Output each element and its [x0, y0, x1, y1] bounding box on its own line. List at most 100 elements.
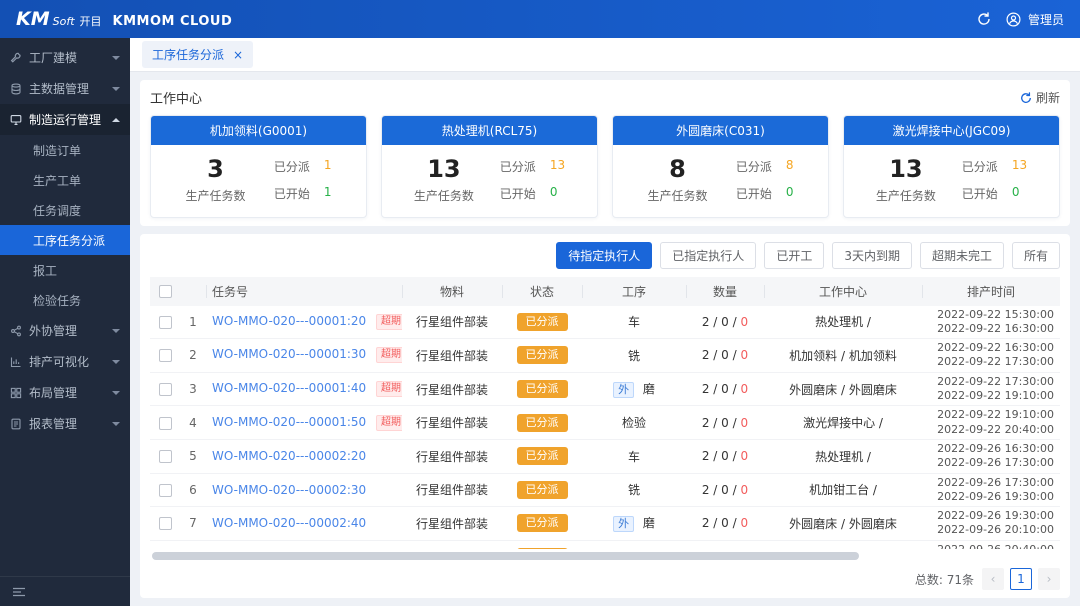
status-badge: 已分派 [517, 414, 568, 432]
sidebar-item-manufacturing-execution[interactable]: 制造运行管理 [0, 104, 130, 135]
row-workcenter: 热处理机 / [764, 306, 922, 339]
page-number-1[interactable]: 1 [1010, 568, 1032, 590]
sidebar-item-task-scheduling[interactable]: 任务调度 [0, 195, 130, 225]
row-schedule-time: 2022-09-22 15:30:00 2022-09-22 16:30:00 [922, 306, 1060, 339]
task-number-link[interactable]: WO-MMO-020---00001:50 [212, 415, 366, 429]
filter-button-5[interactable]: 所有 [1012, 242, 1060, 269]
logo-kai: 开目 [80, 13, 102, 29]
sidebar-item-work-report[interactable]: 报工 [0, 255, 130, 285]
row-process: 铣 [628, 349, 640, 363]
sidebar-item-inspection-task[interactable]: 检验任务 [0, 285, 130, 315]
row-schedule-time: 2022-09-26 20:40:00 2022-09-26 22:40:00 [922, 540, 1060, 549]
row-checkbox[interactable] [159, 316, 172, 329]
row-process: 磨 [643, 516, 655, 530]
row-quantity: 2 / 0 / [702, 516, 741, 530]
sidebar-item-factory-modeling[interactable]: 工厂建模 [0, 42, 130, 73]
workcenter-card-title: 外圆磨床(C031) [613, 116, 828, 145]
row-quantity: 2 / 0 / [702, 382, 741, 396]
row-schedule-time: 2022-09-22 19:10:00 2022-09-22 20:40:00 [922, 406, 1060, 440]
row-checkbox[interactable] [159, 349, 172, 362]
sidebar-subitem-label: 工序任务分派 [33, 232, 105, 249]
row-schedule-time: 2022-09-22 16:30:00 2022-09-22 17:30:00 [922, 339, 1060, 373]
table-row: 4 WO-MMO-020---00001:50 超期 行星组件部装 已分派 检验… [150, 406, 1060, 440]
table-row: 8 WO-MMO-020---00002:50 超期 行星组件部装 已分派 检验… [150, 540, 1060, 549]
task-number-link[interactable]: WO-MMO-020---00001:40 [212, 381, 366, 395]
sidebar-item-report-management[interactable]: 报表管理 [0, 408, 130, 439]
task-number-link[interactable]: WO-MMO-020---00001:20 [212, 314, 366, 328]
sidebar-item-scheduling-visualization[interactable]: 排产可视化 [0, 346, 130, 377]
started-value: 0 [1012, 185, 1020, 202]
sidebar-item-label: 报表管理 [29, 415, 77, 432]
table-footer: 总数: 71条 ‹ 1 › [150, 562, 1060, 590]
sidebar-item-master-data[interactable]: 主数据管理 [0, 73, 130, 104]
task-table-panel: 待指定执行人已指定执行人已开工3天内到期超期未完工所有 任务号物料状态工序数量工… [140, 234, 1070, 598]
sidebar-item-outsourcing[interactable]: 外协管理 [0, 315, 130, 346]
collapse-sidebar-icon[interactable] [12, 586, 26, 598]
refresh-icon[interactable] [976, 11, 992, 27]
started-value: 1 [324, 185, 332, 202]
scrollbar-thumb[interactable] [152, 552, 859, 560]
row-quantity: 2 / 0 / [702, 315, 741, 329]
sidebar-subitem-label: 报工 [33, 262, 57, 279]
workcenter-card-title: 激光焊接中心(JGC09) [844, 116, 1059, 145]
schedule-start-time: 2022-09-26 19:30:00 [928, 509, 1054, 523]
filter-button-3[interactable]: 3天内到期 [832, 242, 912, 269]
close-icon[interactable]: × [233, 49, 243, 61]
workcenter-panel: 工作中心 刷新 机加领料(G0001) 3 生产任务数 已分派 1 [140, 80, 1070, 226]
select-all-checkbox[interactable] [159, 285, 172, 298]
row-workcenter: 机加领料 / 机加领料 [764, 339, 922, 373]
row-checkbox[interactable] [159, 450, 172, 463]
task-number-link[interactable]: WO-MMO-020---00001:30 [212, 347, 366, 361]
filter-button-1[interactable]: 已指定执行人 [660, 242, 756, 269]
schedule-end-time: 2022-09-22 16:30:00 [928, 322, 1054, 336]
sidebar-item-production-workorder[interactable]: 生产工单 [0, 165, 130, 195]
row-material: 行星组件部装 [402, 473, 502, 507]
page-content: 工作中心 刷新 机加领料(G0001) 3 生产任务数 已分派 1 [130, 72, 1080, 606]
row-index: 3 [180, 372, 206, 406]
filter-button-2[interactable]: 已开工 [764, 242, 824, 269]
row-quantity-remaining: 0 [740, 483, 748, 497]
chart-icon [10, 356, 22, 368]
row-material: 行星组件部装 [402, 540, 502, 549]
row-process: 磨 [643, 382, 655, 396]
tab-operation-task-dispatch[interactable]: 工序任务分派 × [142, 41, 253, 68]
sidebar-item-operation-task-dispatch[interactable]: 工序任务分派 [0, 225, 130, 255]
row-workcenter: 外圆磨床 / 外圆磨床 [764, 507, 922, 541]
schedule-start-time: 2022-09-22 16:30:00 [928, 341, 1054, 355]
user-menu[interactable]: 管理员 [1006, 11, 1064, 28]
status-badge: 已分派 [517, 514, 568, 532]
status-badge: 已分派 [517, 481, 568, 499]
refresh-button[interactable]: 刷新 [1020, 89, 1060, 106]
sidebar-item-label: 布局管理 [29, 384, 77, 401]
task-number-link[interactable]: WO-MMO-020---00002:40 [212, 516, 366, 530]
filter-button-0[interactable]: 待指定执行人 [556, 242, 652, 269]
sidebar-item-label: 排产可视化 [29, 353, 89, 370]
task-number-link[interactable]: WO-MMO-020---00002:30 [212, 483, 366, 497]
overdue-badge: 超期 [376, 415, 402, 431]
task-number-link[interactable]: WO-MMO-020---00002:20 [212, 449, 366, 463]
sidebar-subitem-label: 制造订单 [33, 142, 81, 159]
overdue-badge: 超期 [376, 381, 402, 397]
row-checkbox[interactable] [159, 417, 172, 430]
col-header-4: 数量 [686, 277, 764, 306]
task-count-value: 13 [876, 156, 936, 184]
sidebar-submenu: 制造订单 生产工单 任务调度 工序任务分派 报工 检验任务 [0, 135, 130, 315]
report-icon [10, 418, 22, 430]
workcenter-card: 机加领料(G0001) 3 生产任务数 已分派 1 已开始 1 [150, 115, 367, 218]
started-label: 已开始 [274, 185, 310, 202]
row-quantity-remaining: 0 [740, 315, 748, 329]
row-material: 行星组件部装 [402, 306, 502, 339]
sidebar-item-layout-management[interactable]: 布局管理 [0, 377, 130, 408]
filter-button-4[interactable]: 超期未完工 [920, 242, 1004, 269]
row-checkbox[interactable] [159, 484, 172, 497]
prev-page-button[interactable]: ‹ [982, 568, 1004, 590]
assigned-value: 13 [1012, 158, 1027, 175]
next-page-button[interactable]: › [1038, 568, 1060, 590]
row-workcenter: 热处理机 / [764, 439, 922, 473]
sidebar-item-manufacturing-order[interactable]: 制造订单 [0, 135, 130, 165]
row-index: 2 [180, 339, 206, 373]
brand-logo: KM Soft 开目 KMMOM CLOUD [16, 10, 232, 29]
col-header-2: 状态 [502, 277, 582, 306]
row-checkbox[interactable] [159, 383, 172, 396]
row-checkbox[interactable] [159, 517, 172, 530]
